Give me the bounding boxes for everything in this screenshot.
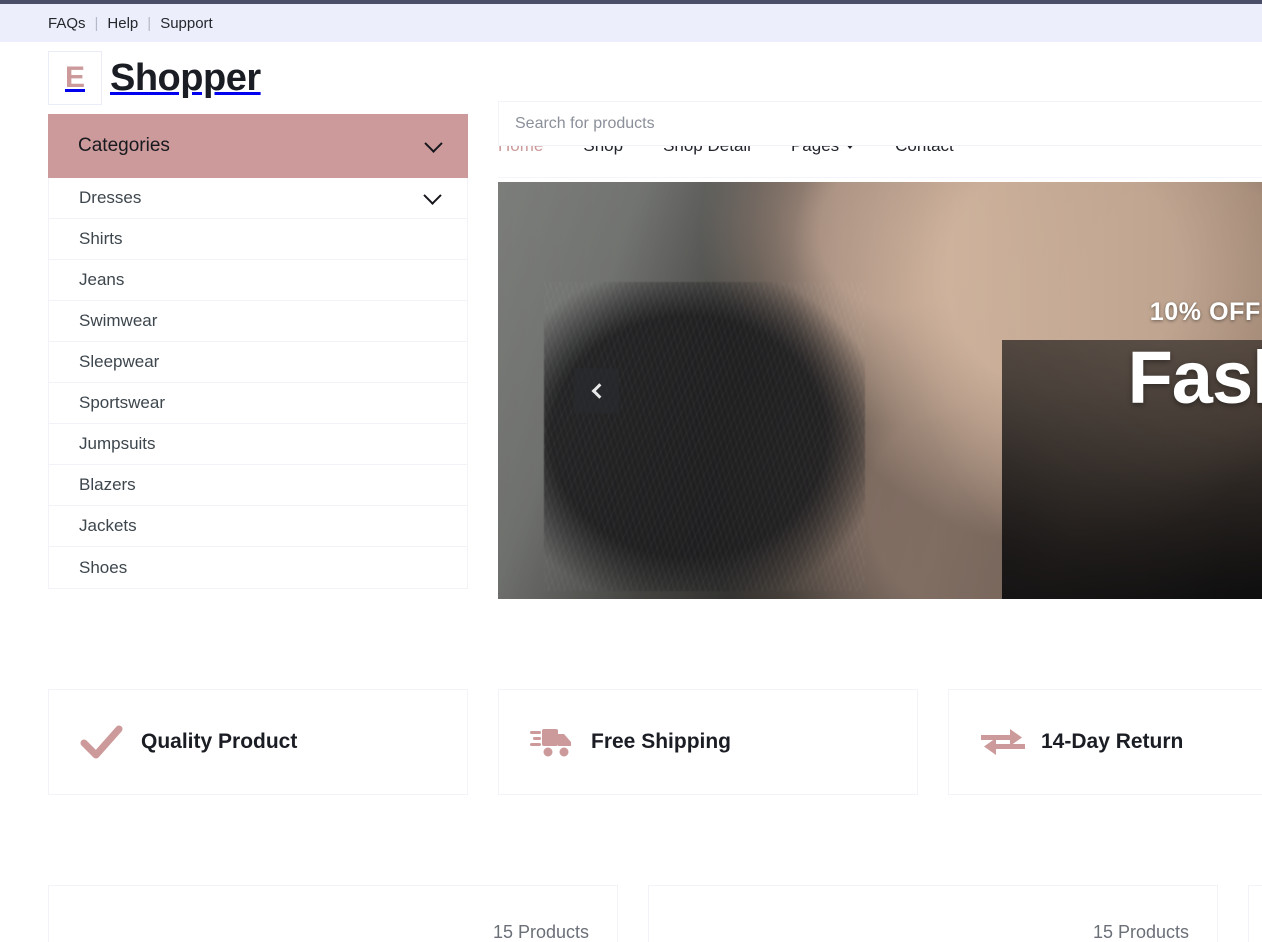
sidebar-item-label: Dresses	[79, 188, 142, 207]
logo-wordmark: Shopper	[110, 56, 261, 99]
feature-title: Quality Product	[141, 730, 298, 753]
category-list: Dresses Shirts Jeans Swimwear Sleepwear …	[48, 178, 468, 589]
carousel-prev-button[interactable]	[574, 368, 619, 413]
product-count: 15 Products	[492, 922, 589, 942]
sidebar-item-label: Swimwear	[79, 311, 158, 330]
shipping-truck-icon	[529, 722, 573, 762]
category-cards-row: 15 Products 15 Products 15 Products	[0, 885, 1262, 942]
chevron-down-icon	[423, 185, 442, 205]
sidebar-item-label: Blazers	[79, 475, 136, 494]
sidebar-item-blazers[interactable]: Blazers	[49, 465, 467, 506]
hero-title: Fashionable	[1127, 336, 1262, 419]
feature-card-quality-product: Quality Product	[48, 689, 468, 795]
topbar-link-help[interactable]: Help	[107, 15, 138, 32]
exchange-arrows-icon	[979, 722, 1025, 762]
category-card[interactable]: 15 Products	[48, 885, 618, 942]
logo-mark: E	[48, 51, 102, 105]
product-count: 15 Products	[1092, 922, 1189, 942]
sidebar-item-shirts[interactable]: Shirts	[49, 219, 467, 260]
page-body: Categories Dresses Shirts Jeans Swimwear…	[0, 114, 1262, 599]
sidebar-item-shoes[interactable]: Shoes	[49, 547, 467, 588]
category-sidebar: Categories Dresses Shirts Jeans Swimwear…	[48, 114, 468, 589]
main-column: Home Shop Shop Detail Pages Contact 10% …	[498, 114, 1262, 599]
sidebar-item-label: Sleepwear	[79, 352, 160, 371]
feature-title: Free Shipping	[591, 730, 732, 753]
topbar-link-support[interactable]: Support	[160, 15, 213, 32]
sidebar-item-dresses[interactable]: Dresses	[49, 178, 467, 219]
sidebar-item-sportswear[interactable]: Sportswear	[49, 383, 467, 424]
feature-title: 14-Day Return	[1041, 730, 1184, 753]
sidebar-item-label: Shoes	[79, 557, 128, 577]
chevron-down-icon	[424, 133, 443, 153]
feature-card-14-day-return: 14-Day Return	[948, 689, 1262, 795]
check-icon	[79, 722, 123, 762]
top-utility-bar: FAQs | Help | Support	[0, 4, 1262, 42]
site-logo[interactable]: E Shopper	[48, 51, 261, 105]
categories-header[interactable]: Categories	[48, 114, 468, 178]
sidebar-item-label: Sportswear	[79, 393, 165, 412]
sidebar-item-sleepwear[interactable]: Sleepwear	[49, 342, 467, 383]
search-input[interactable]	[498, 101, 1262, 146]
hero-content: 10% OFF YOUR FIRST ORDER Fashionable Sho…	[898, 298, 1262, 492]
hero-carousel: 10% OFF YOUR FIRST ORDER Fashionable Sho…	[498, 182, 1262, 599]
feature-cards-row: Quality Product Free Shipping 14-Day Ret…	[0, 689, 1262, 795]
category-card[interactable]: 15 Products	[648, 885, 1218, 942]
sidebar-item-label: Jackets	[79, 516, 137, 535]
categories-header-label: Categories	[78, 135, 170, 156]
sidebar-item-label: Jeans	[79, 270, 125, 289]
topbar-link-faqs[interactable]: FAQs	[48, 15, 86, 32]
sidebar-item-swimwear[interactable]: Swimwear	[49, 301, 467, 342]
category-card[interactable]: 15 Products	[1248, 885, 1262, 942]
sidebar-item-label: Shirts	[79, 229, 123, 248]
hero-kicker: 10% OFF YOUR FIRST ORDER	[1149, 298, 1262, 326]
sidebar-item-jumpsuits[interactable]: Jumpsuits	[49, 424, 467, 465]
site-header: E Shopper	[0, 42, 1262, 146]
sidebar-item-jeans[interactable]: Jeans	[49, 260, 467, 301]
feature-card-free-shipping: Free Shipping	[498, 689, 918, 795]
topbar-separator: |	[94, 14, 99, 32]
sidebar-item-label: Jumpsuits	[79, 434, 156, 453]
sidebar-item-jackets[interactable]: Jackets	[49, 506, 467, 547]
topbar-separator: |	[147, 14, 152, 32]
chevron-left-icon	[591, 382, 608, 399]
search-container	[498, 101, 1262, 146]
